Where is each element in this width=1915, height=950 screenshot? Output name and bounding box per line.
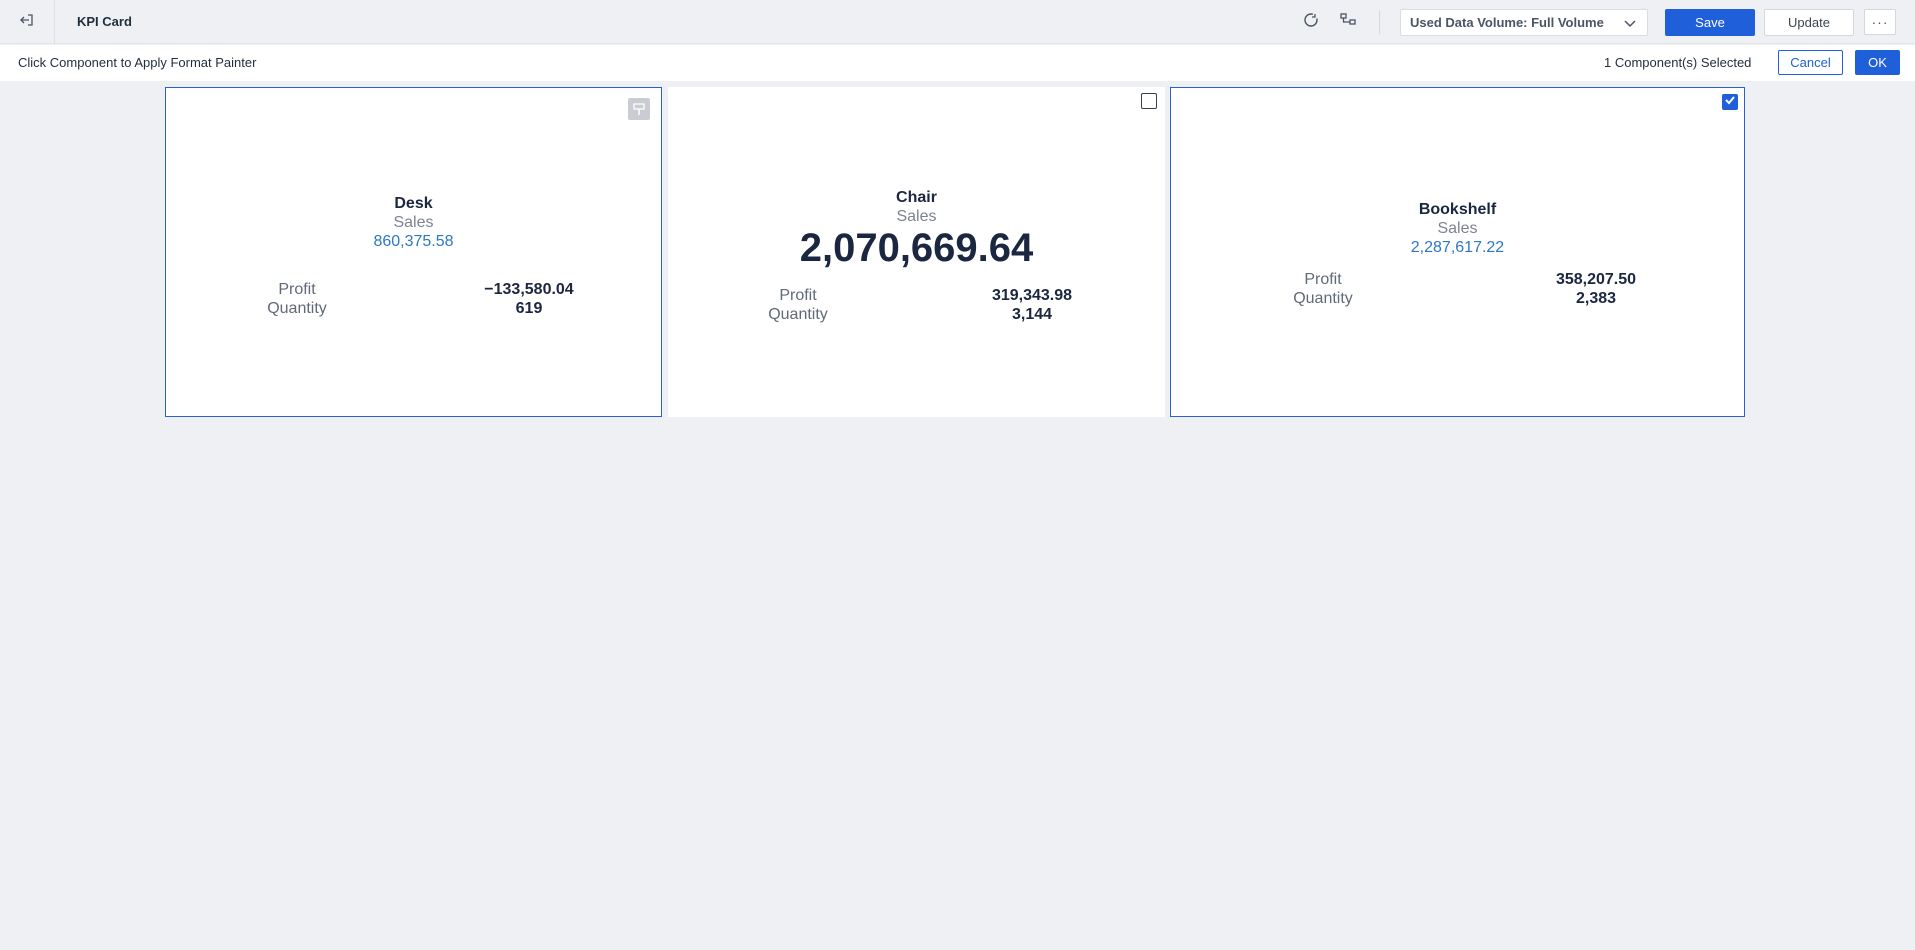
more-options-button[interactable]: ··· (1864, 9, 1896, 35)
row-value: 2,383 (1575, 290, 1617, 307)
row-label: Profit (278, 281, 316, 298)
row-label: Quantity (768, 306, 828, 323)
cancel-button[interactable]: Cancel (1778, 50, 1843, 75)
kpi-row: Quantity 619 (166, 299, 661, 318)
data-volume-select[interactable]: Used Data Volume: Full Volume (1400, 9, 1648, 36)
exit-icon (19, 12, 35, 33)
row-value: 319,343.98 (991, 287, 1073, 304)
selected-count: 1 Component(s) Selected (1604, 55, 1752, 70)
page-title: KPI Card (77, 14, 132, 29)
metric-value: 860,375.58 (373, 233, 454, 250)
kpi-row: Quantity 3,144 (668, 305, 1165, 324)
kpi-card-chair[interactable]: Chair Sales 2,070,669.64 Profit 319,343.… (668, 87, 1165, 417)
row-value: 3,144 (1011, 306, 1053, 323)
metric-label: Sales (393, 214, 434, 231)
row-value: −133,580.04 (484, 281, 574, 298)
data-volume-label: Used Data Volume: Full Volume (1410, 15, 1604, 30)
format-painter-icon (628, 98, 650, 120)
card-title: Chair (896, 189, 937, 206)
save-button[interactable]: Save (1665, 9, 1755, 36)
exit-button[interactable] (14, 10, 40, 34)
chevron-down-icon (1623, 16, 1637, 33)
ok-button[interactable]: OK (1855, 50, 1900, 75)
row-label: Profit (779, 287, 817, 304)
card-title: Desk (394, 195, 433, 212)
toolbar-divider (54, 0, 55, 44)
refresh-button[interactable] (1300, 11, 1322, 33)
refresh-icon (1302, 11, 1320, 34)
kpi-row: Profit 358,207.50 (1171, 270, 1744, 289)
toolbar-divider (1379, 10, 1380, 34)
kpi-card-bookshelf[interactable]: Bookshelf Sales 2,287,617.22 Profit 358,… (1170, 87, 1745, 417)
card-title: Bookshelf (1418, 201, 1497, 218)
format-painter-instruction: Click Component to Apply Format Painter (18, 55, 257, 70)
check-icon (1724, 93, 1736, 111)
checkbox-icon[interactable] (1141, 93, 1157, 109)
row-label: Profit (1304, 271, 1342, 288)
row-label: Quantity (267, 300, 327, 317)
metric-value: 2,287,617.22 (1410, 239, 1505, 256)
row-value: 619 (515, 300, 543, 317)
row-value: 358,207.50 (1555, 271, 1637, 288)
checkbox-icon[interactable] (1722, 94, 1738, 110)
kpi-row: Profit 319,343.98 (668, 286, 1165, 305)
top-toolbar: KPI Card Used Data Volume: Full Volume S… (0, 0, 1915, 44)
metric-label: Sales (1437, 220, 1478, 237)
kpi-row: Quantity 2,383 (1171, 289, 1744, 308)
data-lineage-button[interactable] (1337, 11, 1359, 33)
update-button[interactable]: Update (1764, 9, 1854, 36)
row-label: Quantity (1293, 290, 1353, 307)
data-lineage-icon (1339, 11, 1357, 34)
kpi-card-desk[interactable]: Desk Sales 860,375.58 Profit −133,580.04… (165, 87, 662, 417)
format-painter-bar: Click Component to Apply Format Painter … (0, 45, 1915, 81)
metric-value: 2,070,669.64 (799, 226, 1034, 270)
kpi-row: Profit −133,580.04 (166, 280, 661, 299)
metric-label: Sales (896, 208, 937, 225)
